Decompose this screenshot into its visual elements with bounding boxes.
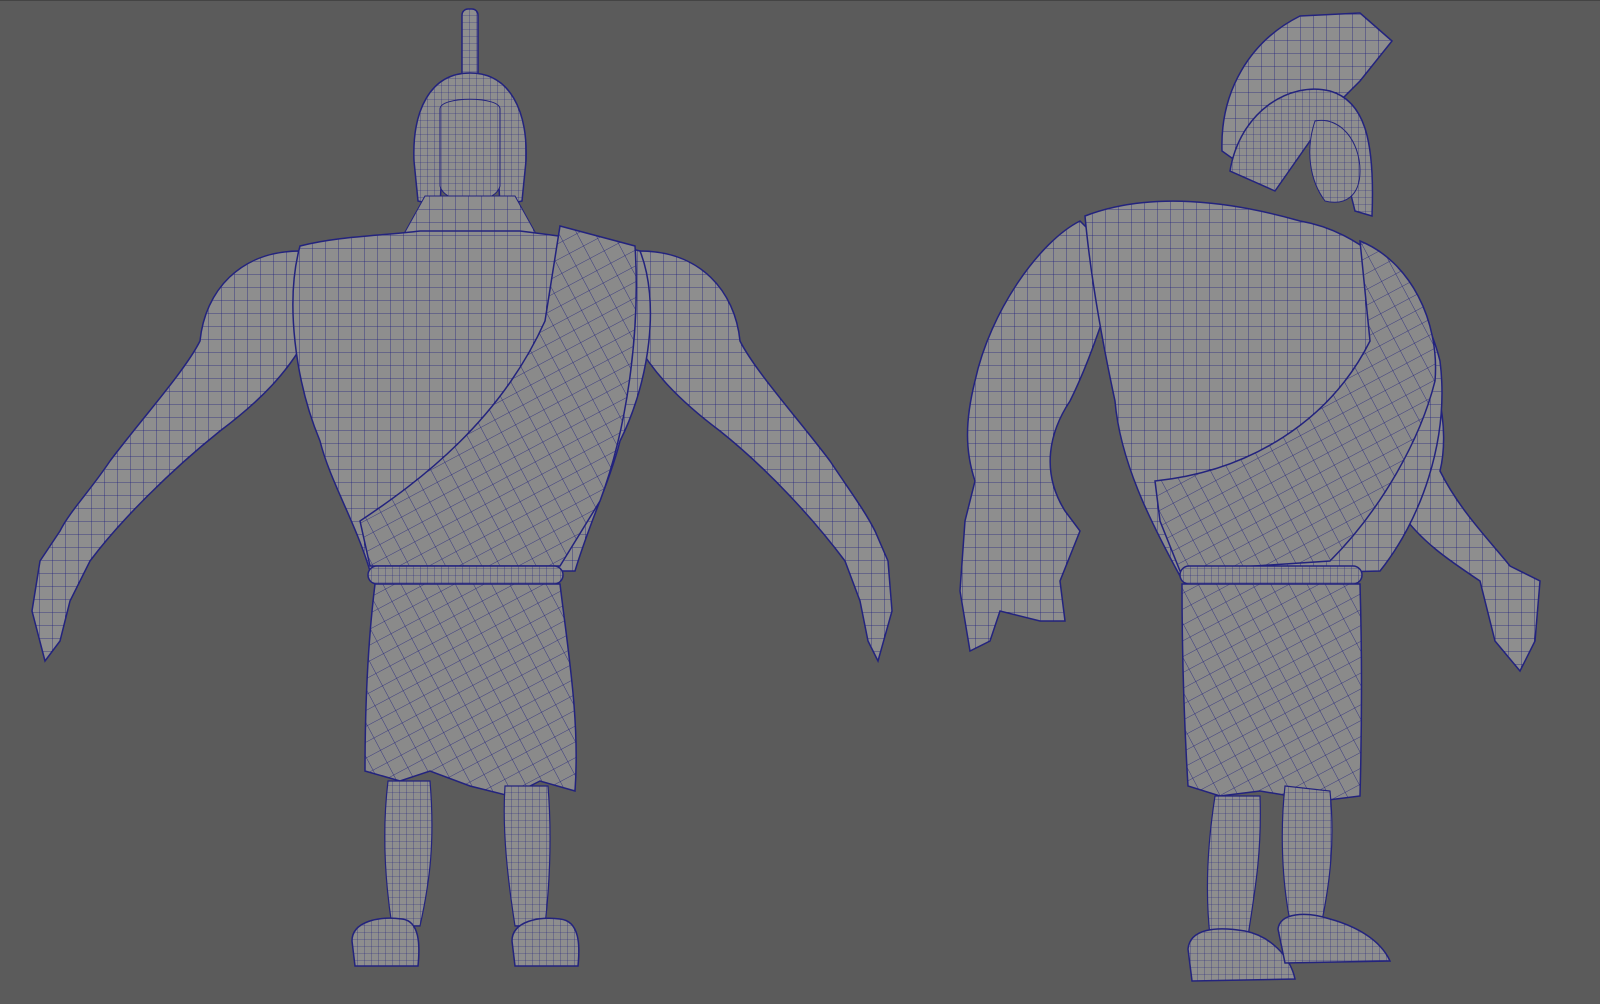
- skirt: [1181, 583, 1363, 802]
- helmet-crest: [461, 8, 479, 82]
- left-sandal: [351, 917, 420, 967]
- right-arm: [629, 250, 893, 664]
- character-three-quarter-view[interactable]: [959, 12, 1541, 982]
- viewport-canvas[interactable]: [0, 1, 1600, 1004]
- 3d-viewport[interactable]: [0, 0, 1600, 1003]
- rope-belt: [367, 565, 564, 585]
- rope-belt: [1179, 565, 1363, 585]
- far-sandal: [1277, 913, 1392, 964]
- right-leg: [503, 785, 551, 927]
- near-leg: [1206, 795, 1261, 937]
- face: [439, 98, 501, 202]
- left-leg: [384, 780, 433, 927]
- far-leg: [1281, 785, 1333, 922]
- left-arm: [31, 250, 311, 663]
- character-front-view[interactable]: [31, 8, 893, 967]
- right-sandal: [511, 917, 580, 967]
- skirt: [364, 583, 577, 797]
